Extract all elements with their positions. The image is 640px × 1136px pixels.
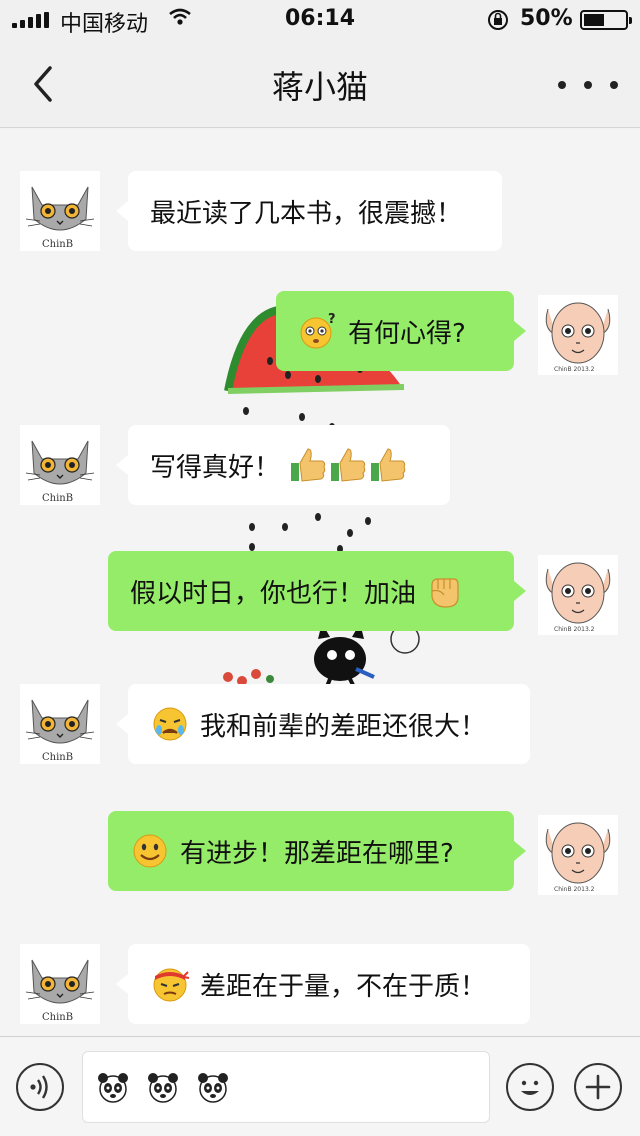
battery-percent: 50% bbox=[520, 6, 573, 31]
ellipsis-dot bbox=[584, 81, 592, 89]
thumbs-up-emoji-icon bbox=[328, 445, 368, 485]
contact-avatar[interactable]: ChinB bbox=[20, 171, 100, 251]
panda-sticker-icon bbox=[145, 1069, 181, 1105]
message-bubble-received[interactable]: 差距在于量，不在于质！ bbox=[116, 944, 530, 1024]
battery-icon bbox=[580, 10, 632, 30]
plus-icon bbox=[585, 1074, 611, 1100]
cat-avatar-icon: ChinB bbox=[20, 684, 100, 764]
contact-avatar[interactable]: ChinB bbox=[20, 944, 100, 1024]
message-text: 我和前辈的差距还很大！ bbox=[200, 711, 487, 742]
dog-avatar-icon: ChinB 2013.2 bbox=[538, 295, 618, 375]
thumbs-up-emoji-icon bbox=[288, 445, 328, 485]
my-avatar[interactable]: ChinB 2013.2 bbox=[538, 295, 618, 375]
message-bubble-received[interactable]: 我和前辈的差距还很大！ bbox=[116, 684, 530, 764]
cat-avatar-icon: ChinB bbox=[20, 944, 100, 1024]
voice-icon bbox=[30, 1075, 48, 1099]
avatar-caption: ChinB bbox=[42, 239, 73, 250]
svg-text:?: ? bbox=[328, 312, 336, 327]
thumbs-up-emoji-icon bbox=[368, 445, 408, 485]
chat-title: 蒋小猫 bbox=[271, 68, 368, 106]
message-text: 有何心得? bbox=[348, 318, 466, 349]
contact-avatar[interactable]: ChinB bbox=[20, 684, 100, 764]
chevron-left-icon bbox=[34, 66, 52, 102]
dizzy-face-emoji-icon: ? bbox=[298, 311, 338, 351]
dog-avatar-icon: ChinB 2013.2 bbox=[538, 555, 618, 635]
message-bubble-received[interactable]: 写得真好！ bbox=[116, 425, 450, 505]
panda-sticker-icon bbox=[195, 1069, 231, 1105]
chat-screen: 中国移动 06:14 50% 蒋小猫 ChinB 最近读了几本书，很震撼！ ? … bbox=[0, 0, 640, 1136]
voice-input-button[interactable] bbox=[16, 1063, 64, 1111]
cat-avatar-icon: ChinB bbox=[20, 425, 100, 505]
more-button[interactable] bbox=[558, 70, 618, 100]
more-actions-button[interactable] bbox=[574, 1063, 622, 1111]
rotation-lock-icon bbox=[486, 8, 510, 38]
message-bubble-sent[interactable]: ? 有何心得? bbox=[276, 291, 526, 371]
avatar-caption: ChinB bbox=[42, 1012, 73, 1023]
my-avatar[interactable]: ChinB 2013.2 bbox=[538, 815, 618, 895]
avatar-caption: ChinB 2013.2 bbox=[554, 886, 595, 893]
avatar-caption: ChinB bbox=[42, 752, 73, 763]
dog-avatar-icon: ChinB 2013.2 bbox=[538, 815, 618, 895]
message-text: 假以时日，你也行！加油 bbox=[130, 578, 417, 609]
cat-avatar-icon: ChinB bbox=[20, 171, 100, 251]
message-bubble-sent[interactable]: 有进步！那差距在哪里? bbox=[108, 811, 526, 891]
avatar-caption: ChinB 2013.2 bbox=[554, 626, 595, 633]
crying-face-emoji-icon bbox=[150, 704, 190, 744]
message-text: 有进步！那差距在哪里? bbox=[180, 838, 454, 869]
contact-avatar[interactable]: ChinB bbox=[20, 425, 100, 505]
smiley-icon bbox=[521, 1080, 539, 1095]
panda-sticker-icon bbox=[95, 1069, 131, 1105]
avatar-caption: ChinB 2013.2 bbox=[554, 366, 595, 373]
input-bar bbox=[0, 1036, 640, 1136]
back-button[interactable] bbox=[22, 56, 66, 112]
raised-fist-emoji-icon bbox=[424, 571, 464, 611]
smiling-face-emoji-icon bbox=[130, 831, 170, 871]
status-bar: 中国移动 06:14 50% bbox=[0, 0, 640, 40]
message-text: 最近读了几本书，很震撼！ bbox=[150, 198, 463, 229]
message-text: 差距在于量，不在于质！ bbox=[200, 971, 487, 1002]
avatar-caption: ChinB bbox=[42, 493, 73, 504]
message-bubble-sent[interactable]: 假以时日，你也行！加油 bbox=[108, 551, 526, 631]
message-bubble-received[interactable]: 最近读了几本书，很震撼！ bbox=[116, 171, 502, 251]
ellipsis-dot bbox=[558, 81, 566, 89]
ellipsis-dot bbox=[610, 81, 618, 89]
chat-message-list[interactable]: ChinB 最近读了几本书，很震撼！ ? 有何心得? ChinB 2013.2 bbox=[0, 129, 640, 1036]
headband-determined-face-emoji-icon bbox=[150, 964, 190, 1004]
nav-bar: 蒋小猫 bbox=[0, 40, 640, 128]
my-avatar[interactable]: ChinB 2013.2 bbox=[538, 555, 618, 635]
emoji-picker-button[interactable] bbox=[506, 1063, 554, 1111]
message-text: 写得真好！ bbox=[150, 452, 281, 483]
message-input[interactable] bbox=[82, 1051, 490, 1123]
